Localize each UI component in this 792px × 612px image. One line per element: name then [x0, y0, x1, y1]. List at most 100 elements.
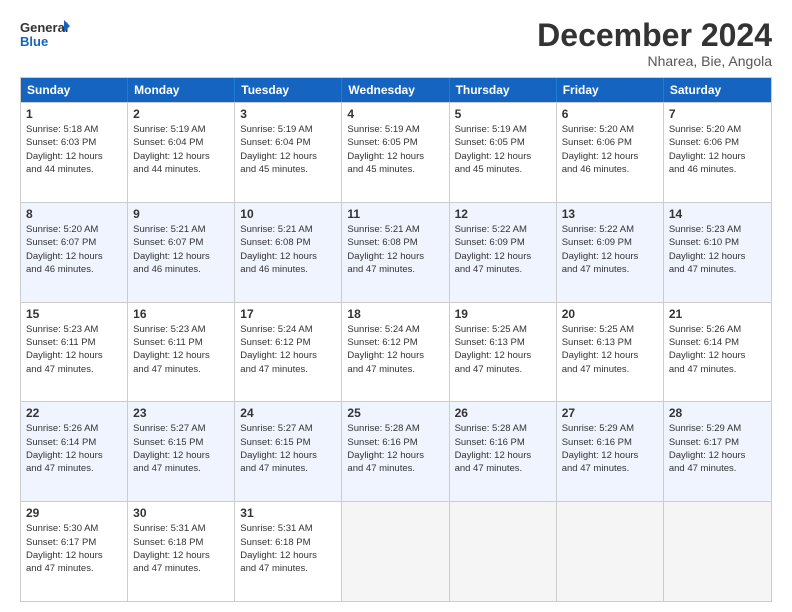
calendar-day-cell: 20Sunrise: 5:25 AM Sunset: 6:13 PM Dayli…: [557, 303, 664, 402]
day-number: 3: [240, 107, 336, 121]
day-number: 30: [133, 506, 229, 520]
calendar-day-header: Tuesday: [235, 78, 342, 102]
calendar-day-cell: 31Sunrise: 5:31 AM Sunset: 6:18 PM Dayli…: [235, 502, 342, 601]
calendar-week-row: 15 Sunrise: 5:23 AM Sunset: 6:11 PM Dayli…: [21, 302, 771, 402]
main-title: December 2024: [537, 18, 772, 53]
logo: General Blue: [20, 18, 70, 54]
day-info: Sunrise: 5:28 AM Sunset: 6:16 PM Dayligh…: [455, 422, 551, 475]
day-number: 31: [240, 506, 336, 520]
day-number: 12: [455, 207, 551, 221]
calendar-day-cell: 16 Sunrise: 5:23 AM Sunset: 6:11 PM Dayli…: [128, 303, 235, 402]
day-info: Sunrise: 5:26 AM Sunset: 6:14 PM Dayligh…: [26, 422, 122, 475]
day-number: 7: [669, 107, 766, 121]
calendar-day-header: Sunday: [21, 78, 128, 102]
day-info: Sunrise: 5:31 AM Sunset: 6:18 PM Dayligh…: [133, 522, 229, 575]
day-number: 22: [26, 406, 122, 420]
day-number: 28: [669, 406, 766, 420]
day-number: 9: [133, 207, 229, 221]
calendar-day-cell: 3 Sunrise: 5:19 AM Sunset: 6:04 PM Daylig…: [235, 103, 342, 202]
day-number: 16: [133, 307, 229, 321]
day-number: 6: [562, 107, 658, 121]
day-number: 11: [347, 207, 443, 221]
logo-svg: General Blue: [20, 18, 70, 54]
calendar-header: SundayMondayTuesdayWednesdayThursdayFrid…: [21, 78, 771, 102]
day-info: Sunrise: 5:26 AM Sunset: 6:14 PM Dayligh…: [669, 323, 766, 376]
day-info: Sunrise: 5:29 AM Sunset: 6:16 PM Dayligh…: [562, 422, 658, 475]
svg-text:Blue: Blue: [20, 34, 48, 49]
day-number: 19: [455, 307, 551, 321]
day-info: Sunrise: 5:19 AM Sunset: 6:05 PM Dayligh…: [455, 123, 551, 176]
calendar-day-header: Monday: [128, 78, 235, 102]
day-info: Sunrise: 5:19 AM Sunset: 6:04 PM Dayligh…: [240, 123, 336, 176]
day-info: Sunrise: 5:18 AM Sunset: 6:03 PM Dayligh…: [26, 123, 122, 176]
day-number: 27: [562, 406, 658, 420]
calendar-day-cell: 15 Sunrise: 5:23 AM Sunset: 6:11 PM Dayli…: [21, 303, 128, 402]
calendar-day-cell: 22 Sunrise: 5:26 AM Sunset: 6:14 PM Dayli…: [21, 402, 128, 501]
title-section: December 2024 Nharea, Bie, Angola: [537, 18, 772, 69]
day-number: 23: [133, 406, 229, 420]
calendar-week-row: 22 Sunrise: 5:26 AM Sunset: 6:14 PM Dayli…: [21, 401, 771, 501]
calendar-day-cell: 28Sunrise: 5:29 AM Sunset: 6:17 PM Dayli…: [664, 402, 771, 501]
day-number: 17: [240, 307, 336, 321]
calendar-day-cell: 29 Sunrise: 5:30 AM Sunset: 6:17 PM Dayli…: [21, 502, 128, 601]
day-info: Sunrise: 5:20 AM Sunset: 6:07 PM Dayligh…: [26, 223, 122, 276]
day-info: Sunrise: 5:23 AM Sunset: 6:11 PM Dayligh…: [26, 323, 122, 376]
calendar-day-cell: 30 Sunrise: 5:31 AM Sunset: 6:18 PM Dayli…: [128, 502, 235, 601]
day-info: Sunrise: 5:23 AM Sunset: 6:10 PM Dayligh…: [669, 223, 766, 276]
calendar-day-cell: 7 Sunrise: 5:20 AM Sunset: 6:06 PM Daylig…: [664, 103, 771, 202]
day-info: Sunrise: 5:20 AM Sunset: 6:06 PM Dayligh…: [669, 123, 766, 176]
day-number: 8: [26, 207, 122, 221]
day-info: Sunrise: 5:27 AM Sunset: 6:15 PM Dayligh…: [240, 422, 336, 475]
calendar-week-row: 8 Sunrise: 5:20 AM Sunset: 6:07 PM Daylig…: [21, 202, 771, 302]
page: General Blue December 2024 Nharea, Bie, …: [0, 0, 792, 612]
day-number: 1: [26, 107, 122, 121]
calendar-day-header: Thursday: [450, 78, 557, 102]
day-info: Sunrise: 5:30 AM Sunset: 6:17 PM Dayligh…: [26, 522, 122, 575]
calendar-day-cell: 24 Sunrise: 5:27 AM Sunset: 6:15 PM Dayli…: [235, 402, 342, 501]
day-info: Sunrise: 5:21 AM Sunset: 6:08 PM Dayligh…: [347, 223, 443, 276]
calendar-day-cell: 12Sunrise: 5:22 AM Sunset: 6:09 PM Dayli…: [450, 203, 557, 302]
calendar-empty-cell: [664, 502, 771, 601]
calendar-day-cell: 21 Sunrise: 5:26 AM Sunset: 6:14 PM Dayli…: [664, 303, 771, 402]
day-info: Sunrise: 5:23 AM Sunset: 6:11 PM Dayligh…: [133, 323, 229, 376]
calendar-day-cell: 18 Sunrise: 5:24 AM Sunset: 6:12 PM Dayli…: [342, 303, 449, 402]
day-info: Sunrise: 5:24 AM Sunset: 6:12 PM Dayligh…: [347, 323, 443, 376]
calendar-day-cell: 23 Sunrise: 5:27 AM Sunset: 6:15 PM Dayli…: [128, 402, 235, 501]
day-info: Sunrise: 5:21 AM Sunset: 6:08 PM Dayligh…: [240, 223, 336, 276]
day-info: Sunrise: 5:19 AM Sunset: 6:05 PM Dayligh…: [347, 123, 443, 176]
calendar-body: 1 Sunrise: 5:18 AM Sunset: 6:03 PM Daylig…: [21, 102, 771, 601]
calendar-day-cell: 19 Sunrise: 5:25 AM Sunset: 6:13 PM Dayli…: [450, 303, 557, 402]
day-info: Sunrise: 5:28 AM Sunset: 6:16 PM Dayligh…: [347, 422, 443, 475]
day-number: 4: [347, 107, 443, 121]
calendar-week-row: 29 Sunrise: 5:30 AM Sunset: 6:17 PM Dayli…: [21, 501, 771, 601]
day-info: Sunrise: 5:27 AM Sunset: 6:15 PM Dayligh…: [133, 422, 229, 475]
subtitle: Nharea, Bie, Angola: [537, 53, 772, 69]
calendar-day-cell: 2 Sunrise: 5:19 AM Sunset: 6:04 PM Daylig…: [128, 103, 235, 202]
calendar-week-row: 1 Sunrise: 5:18 AM Sunset: 6:03 PM Daylig…: [21, 102, 771, 202]
day-number: 15: [26, 307, 122, 321]
day-number: 21: [669, 307, 766, 321]
day-number: 24: [240, 406, 336, 420]
calendar-day-cell: 10 Sunrise: 5:21 AM Sunset: 6:08 PM Dayli…: [235, 203, 342, 302]
calendar-day-cell: 26 Sunrise: 5:28 AM Sunset: 6:16 PM Dayli…: [450, 402, 557, 501]
top-section: General Blue December 2024 Nharea, Bie, …: [20, 18, 772, 69]
calendar-day-cell: 25Sunrise: 5:28 AM Sunset: 6:16 PM Dayli…: [342, 402, 449, 501]
day-info: Sunrise: 5:22 AM Sunset: 6:09 PM Dayligh…: [562, 223, 658, 276]
day-number: 10: [240, 207, 336, 221]
calendar-day-cell: 1 Sunrise: 5:18 AM Sunset: 6:03 PM Daylig…: [21, 103, 128, 202]
calendar-day-cell: 6Sunrise: 5:20 AM Sunset: 6:06 PM Daylig…: [557, 103, 664, 202]
calendar-day-cell: 14Sunrise: 5:23 AM Sunset: 6:10 PM Dayli…: [664, 203, 771, 302]
day-number: 29: [26, 506, 122, 520]
day-info: Sunrise: 5:21 AM Sunset: 6:07 PM Dayligh…: [133, 223, 229, 276]
day-number: 2: [133, 107, 229, 121]
calendar-day-cell: 27 Sunrise: 5:29 AM Sunset: 6:16 PM Dayli…: [557, 402, 664, 501]
day-info: Sunrise: 5:25 AM Sunset: 6:13 PM Dayligh…: [455, 323, 551, 376]
day-info: Sunrise: 5:19 AM Sunset: 6:04 PM Dayligh…: [133, 123, 229, 176]
day-number: 13: [562, 207, 658, 221]
calendar-day-cell: 5Sunrise: 5:19 AM Sunset: 6:05 PM Daylig…: [450, 103, 557, 202]
day-info: Sunrise: 5:25 AM Sunset: 6:13 PM Dayligh…: [562, 323, 658, 376]
calendar-day-cell: 13 Sunrise: 5:22 AM Sunset: 6:09 PM Dayli…: [557, 203, 664, 302]
day-number: 18: [347, 307, 443, 321]
day-number: 26: [455, 406, 551, 420]
calendar-empty-cell: [557, 502, 664, 601]
